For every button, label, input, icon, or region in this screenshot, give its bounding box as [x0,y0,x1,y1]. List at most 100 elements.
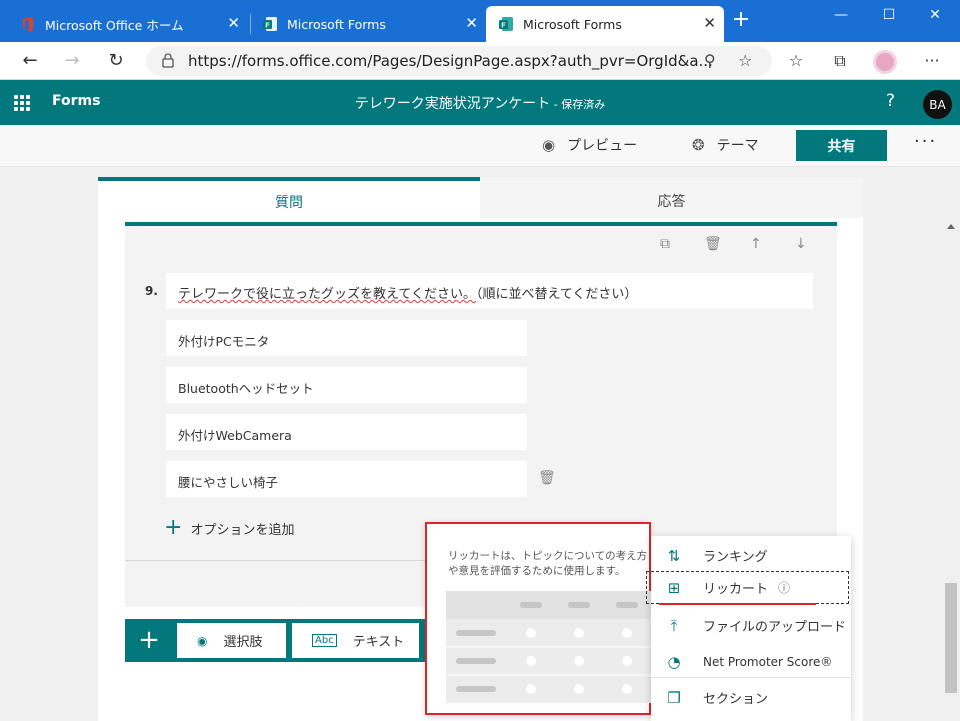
preview-label: プレビュー [567,138,638,154]
zoom-icon[interactable]: ⚲ [704,51,716,70]
add-option-label: オプションを追加 [190,522,295,538]
theme-button[interactable]: ❂ テーマ [692,135,759,155]
question-type-menu: ⇅ ランキング ⊞ リッカート ⓘ ⤒ ファイルのアップロード ◔ Net Pr… [646,536,851,721]
back-arrow-icon[interactable]: ← [18,50,42,72]
refresh-icon[interactable]: ↻ [104,50,128,72]
add-question-button[interactable]: + [125,619,173,662]
minimize-button[interactable]: — [826,4,856,26]
preview-button[interactable]: ◉ プレビュー [542,135,637,155]
delete-icon[interactable]: 🗑 [704,236,722,252]
tab-questions[interactable]: 質問 [98,177,480,218]
browser-menu-icon[interactable]: ··· [920,50,944,72]
close-window-button[interactable]: ✕ [920,4,950,26]
forward-arrow-icon[interactable]: → [60,50,84,72]
option-input[interactable]: 腰にやさしい椅子 [166,461,527,497]
forms-header: Forms テレワーク実施状況アンケート - 保存済み ? [0,80,960,125]
info-icon[interactable]: ⓘ [778,579,790,596]
menu-item-nps[interactable]: ◔ Net Promoter Score® [651,645,851,678]
option-input[interactable]: Bluetoothヘッドセット [166,367,527,403]
upload-icon: ⤒ [670,616,678,635]
question-title-note: （順に並べ替えてください） [475,287,638,302]
tab-office-home[interactable]: Microsoft Office ホーム ✕ [8,6,248,42]
favorites-icon[interactable]: ☆ [784,50,808,72]
menu-item-likert[interactable]: ⊞ リッカート ⓘ [646,571,849,604]
form-title-text: テレワーク実施状況アンケート [354,96,551,112]
forms-icon: F [263,17,277,31]
tab-forms-1[interactable]: F Microsoft Forms ✕ [250,6,486,42]
tooltip-text: リッカートは、トピックについての考え方 や意見を評価するために使用します。 [448,549,648,579]
menu-item-section[interactable]: ❐ セクション [651,681,851,714]
url-box[interactable]: https://forms.office.com/Pages/DesignPag… [146,46,772,76]
radio-icon: ◉ [197,633,208,648]
tooltip-line: リッカートは、トピックについての考え方 [448,550,648,562]
share-button[interactable]: 共有 [796,130,887,161]
browser-profile-icon[interactable] [873,50,897,74]
move-down-icon[interactable]: ↓ [795,236,807,252]
menu-item-file-upload[interactable]: ⤒ ファイルのアップロード [651,609,851,642]
add-option-button[interactable]: + オプションを追加 [164,515,295,540]
lock-icon [162,53,174,68]
tab-forms-active[interactable]: F Microsoft Forms ✕ [486,6,724,42]
svg-text:F: F [265,22,270,29]
menu-item-ranking[interactable]: ⇅ ランキング [651,539,851,572]
menu-item-label: セクション [703,692,769,707]
question-title-input[interactable]: テレワークで役に立ったグッズを教えてください。（順に並べ替えてください） [166,273,813,309]
likert-preview-illustration [446,591,652,703]
section-icon: ❐ [667,688,681,707]
close-icon[interactable]: ✕ [703,15,716,31]
text-field-icon: Abc [312,634,337,647]
scrollbar[interactable] [942,218,960,721]
command-bar: ◉ プレビュー ❂ テーマ 共有 ··· [0,125,960,167]
menu-item-label: ランキング [703,550,768,565]
tooltip-line: や意見を評価するために使用します。 [448,565,626,577]
more-options-icon[interactable]: ··· [914,131,937,152]
save-status: - 保存済み [550,98,606,111]
add-question-bar: + ◉ 選択肢 Abc テキスト [125,619,437,662]
palette-icon: ❂ [692,136,705,154]
tab-responses[interactable]: 応答 [480,177,863,218]
help-icon[interactable]: ? [886,91,895,111]
menu-divider [651,677,851,678]
highlight-underline [659,603,816,605]
scroll-up-arrow-icon[interactable] [947,224,955,229]
collections-icon[interactable]: ⧉ [828,50,852,72]
copy-icon[interactable]: ⧉ [660,236,670,252]
gauge-icon: ◔ [667,652,681,671]
form-title: テレワーク実施状況アンケート - 保存済み [0,93,960,113]
forms-icon: F [499,17,513,31]
new-tab-button[interactable]: + [730,9,752,32]
sort-icon: ⇅ [667,546,681,565]
close-icon[interactable]: ✕ [227,15,240,31]
plus-icon: + [164,515,183,540]
option-input[interactable]: 外付けWebCamera [166,414,527,450]
question-number: 9. [145,284,158,298]
theme-label: テーマ [716,138,759,154]
browser-tabstrip: Microsoft Office ホーム ✕ F Microsoft Forms… [0,0,960,42]
choice-label: 選択肢 [223,635,263,650]
question-title-text: テレワークで役に立ったグッズを教えてください。 [178,287,476,302]
likert-tooltip: リッカートは、トピックについての考え方 や意見を評価するために使用します。 [425,522,652,715]
option-input[interactable]: 外付けPCモニタ [166,320,527,356]
tab-label: Microsoft Forms [287,16,386,32]
url-text[interactable]: https://forms.office.com/Pages/DesignPag… [188,52,713,70]
scrollbar-thumb[interactable] [945,583,957,693]
menu-item-label: リッカート [703,582,769,597]
address-bar: ← → ↻ https://forms.office.com/Pages/Des… [0,42,960,80]
svg-text:F: F [501,22,506,29]
avatar[interactable]: BA [923,90,952,119]
view-tabs: 質問 応答 [98,177,863,218]
text-button[interactable]: Abc テキスト [292,623,419,658]
close-icon[interactable]: ✕ [465,15,478,31]
tab-label: Microsoft Forms [523,16,622,32]
favorite-star-icon[interactable]: ☆ [738,51,752,70]
text-label: テキスト [352,635,405,650]
choice-button[interactable]: ◉ 選択肢 [177,623,286,658]
tab-label: Microsoft Office ホーム [45,17,184,33]
maximize-button[interactable]: ☐ [874,4,904,26]
menu-item-label: ファイルのアップロード [703,620,847,635]
menu-item-label: Net Promoter Score® [703,654,833,669]
move-up-icon[interactable]: ↑ [750,236,762,252]
eye-icon: ◉ [542,136,556,154]
delete-option-icon[interactable]: 🗑 [538,470,556,486]
office-icon [23,17,33,31]
